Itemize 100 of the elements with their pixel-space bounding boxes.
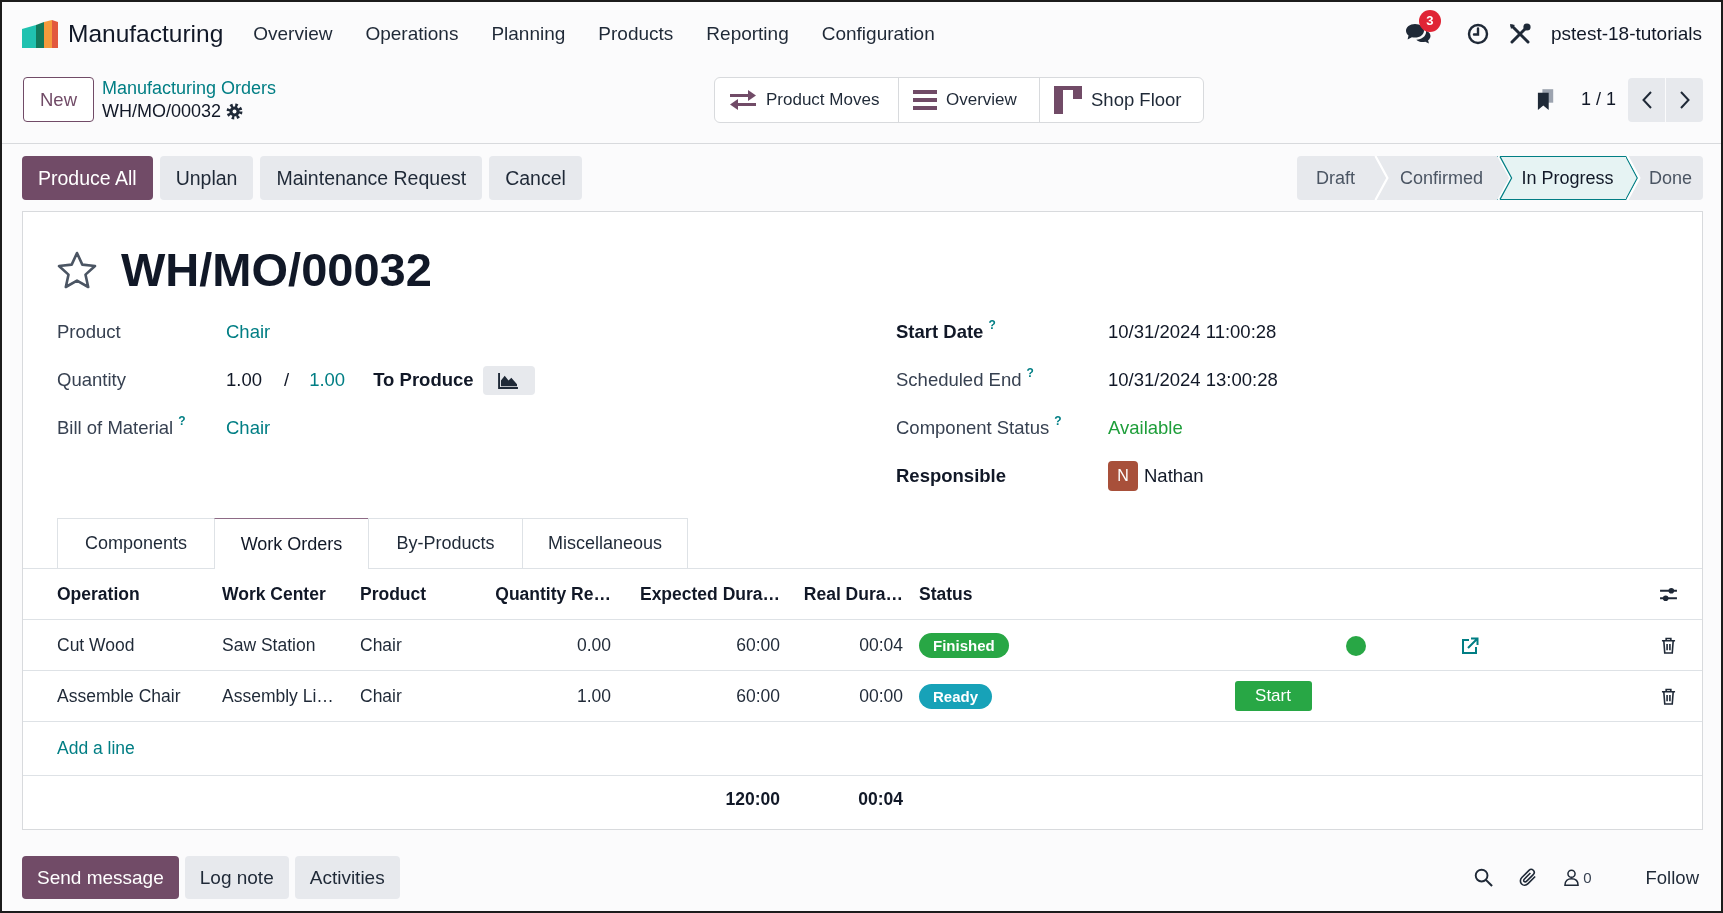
- help-mark[interactable]: ?: [988, 318, 996, 332]
- table-cell: 00:00: [788, 670, 911, 722]
- menu-item[interactable]: Configuration: [821, 23, 935, 45]
- next-button[interactable]: [1666, 77, 1703, 122]
- column-header[interactable]: Quantity Re…: [471, 568, 619, 620]
- trash-icon[interactable]: [1661, 637, 1676, 655]
- field-label: Scheduled End: [896, 369, 1022, 391]
- app-logo-icon[interactable]: [22, 20, 58, 48]
- column-header[interactable]: Product: [352, 568, 471, 620]
- quantity-separator: /: [284, 369, 290, 391]
- column-total: 120:00: [725, 789, 780, 810]
- menu-item[interactable]: Products: [598, 23, 674, 45]
- board-icon: [1054, 85, 1082, 114]
- field-link[interactable]: Chair: [226, 417, 271, 439]
- smart-button[interactable]: Product Moves: [715, 77, 898, 122]
- table-cell: 0.00: [471, 619, 619, 671]
- table-cell: Assembly Li…: [214, 670, 352, 722]
- followers-button[interactable]: 0: [1564, 869, 1592, 886]
- quantity-value[interactable]: 1.00: [226, 369, 262, 391]
- field-label: Responsible: [896, 465, 1006, 487]
- field-value[interactable]: 10/31/2024 11:00:28: [1108, 321, 1277, 343]
- record-name: WH/MO/00032: [102, 100, 222, 122]
- pager-counter: 1 / 1: [1580, 89, 1616, 110]
- availability-text: Available: [1108, 417, 1183, 439]
- action-button[interactable]: Produce All: [22, 156, 153, 200]
- help-mark[interactable]: ?: [178, 414, 186, 428]
- field-label: Quantity: [57, 369, 126, 391]
- tools-icon[interactable]: [1509, 23, 1531, 45]
- chevron-divider-icon: [1626, 156, 1642, 200]
- record-title: WH/MO/00032: [121, 244, 432, 296]
- column-header[interactable]: Real Dura…: [788, 568, 911, 620]
- chevron-right-icon: [1679, 90, 1690, 109]
- table-cell: 00:04: [788, 619, 911, 671]
- column-header[interactable]: Operation: [23, 568, 214, 620]
- field-link[interactable]: Chair: [226, 321, 271, 343]
- smart-button[interactable]: Shop Floor: [1039, 77, 1203, 122]
- clock-icon[interactable]: [1467, 23, 1489, 45]
- field-label: Bill of Material: [57, 417, 174, 439]
- star-icon[interactable]: [57, 251, 97, 289]
- status-badge: Finished: [919, 632, 1009, 658]
- table-cell: Saw Station: [214, 619, 352, 671]
- tab[interactable]: Components: [57, 518, 215, 568]
- table-cell: Assemble Chair: [23, 670, 214, 722]
- user-name[interactable]: Nathan: [1144, 465, 1204, 487]
- bookmark-icon[interactable]: [1536, 88, 1555, 111]
- chatter-button[interactable]: Activities: [294, 856, 400, 899]
- follow-button[interactable]: Follow: [1641, 866, 1703, 889]
- action-button[interactable]: Unplan: [159, 156, 254, 200]
- menu-item[interactable]: Overview: [253, 23, 333, 45]
- chatter-button[interactable]: Send message: [22, 856, 179, 899]
- person-icon: [1564, 869, 1580, 886]
- chevron-divider-icon: [1497, 156, 1513, 200]
- tab[interactable]: Work Orders: [214, 518, 369, 569]
- tab[interactable]: Miscellaneous: [522, 518, 688, 568]
- table-cell: Chair: [352, 619, 471, 671]
- table-cell: Cut Wood: [23, 619, 214, 671]
- target-quantity[interactable]: 1.00: [309, 369, 346, 391]
- previous-button[interactable]: [1628, 77, 1665, 122]
- list-icon: [913, 89, 937, 110]
- chevron-left-icon: [1641, 90, 1652, 109]
- table-cell: Chair: [352, 670, 471, 722]
- forecast-button[interactable]: [482, 365, 535, 395]
- stage-step[interactable]: Draft: [1297, 156, 1374, 200]
- table-cell: 1.00: [471, 670, 619, 722]
- column-header[interactable]: Work Center: [214, 568, 352, 620]
- chat-icon[interactable]: [1405, 23, 1431, 45]
- external-link-icon[interactable]: [1461, 636, 1479, 655]
- trash-icon[interactable]: [1661, 688, 1676, 706]
- action-button[interactable]: Cancel: [489, 156, 582, 200]
- new-button[interactable]: New: [23, 77, 94, 122]
- add-line-link[interactable]: Add a line: [57, 738, 135, 758]
- smart-button[interactable]: Overview: [898, 77, 1039, 122]
- field-value[interactable]: 10/31/2024 13:00:28: [1108, 369, 1278, 391]
- gear-icon[interactable]: [226, 102, 244, 120]
- action-button[interactable]: Maintenance Request: [260, 156, 483, 200]
- status-badge: Ready: [919, 683, 993, 709]
- column-header[interactable]: Expected Dura…: [619, 568, 788, 620]
- breadcrumb-link[interactable]: Manufacturing Orders: [102, 77, 277, 99]
- swap-arrows-icon: [729, 89, 757, 110]
- sliders-icon[interactable]: [1659, 587, 1678, 603]
- search-icon[interactable]: [1474, 868, 1494, 887]
- stage-step[interactable]: Done: [1626, 156, 1703, 200]
- help-mark[interactable]: ?: [1054, 414, 1062, 428]
- unit-label: To Produce: [373, 369, 474, 391]
- menu-item[interactable]: Reporting: [706, 23, 789, 45]
- menu-item[interactable]: Planning: [491, 23, 566, 45]
- unread-count-badge: 3: [1419, 10, 1441, 32]
- user-initial-avatar: N: [1108, 461, 1138, 491]
- app-name[interactable]: Manufacturing: [68, 20, 224, 48]
- table-cell: 60:00: [619, 670, 788, 722]
- field-label: Product: [57, 321, 121, 343]
- chevron-divider-icon: [1374, 156, 1390, 200]
- chatter-button[interactable]: Log note: [184, 856, 289, 899]
- user-menu[interactable]: pstest-18-tutorials: [1551, 23, 1702, 45]
- field-label: Component Status: [896, 417, 1050, 439]
- table-cell: 60:00: [619, 619, 788, 671]
- column-header[interactable]: Status: [911, 568, 1211, 620]
- menu-item[interactable]: Operations: [365, 23, 459, 45]
- field-label: Start Date: [896, 321, 984, 343]
- help-mark[interactable]: ?: [1026, 366, 1034, 380]
